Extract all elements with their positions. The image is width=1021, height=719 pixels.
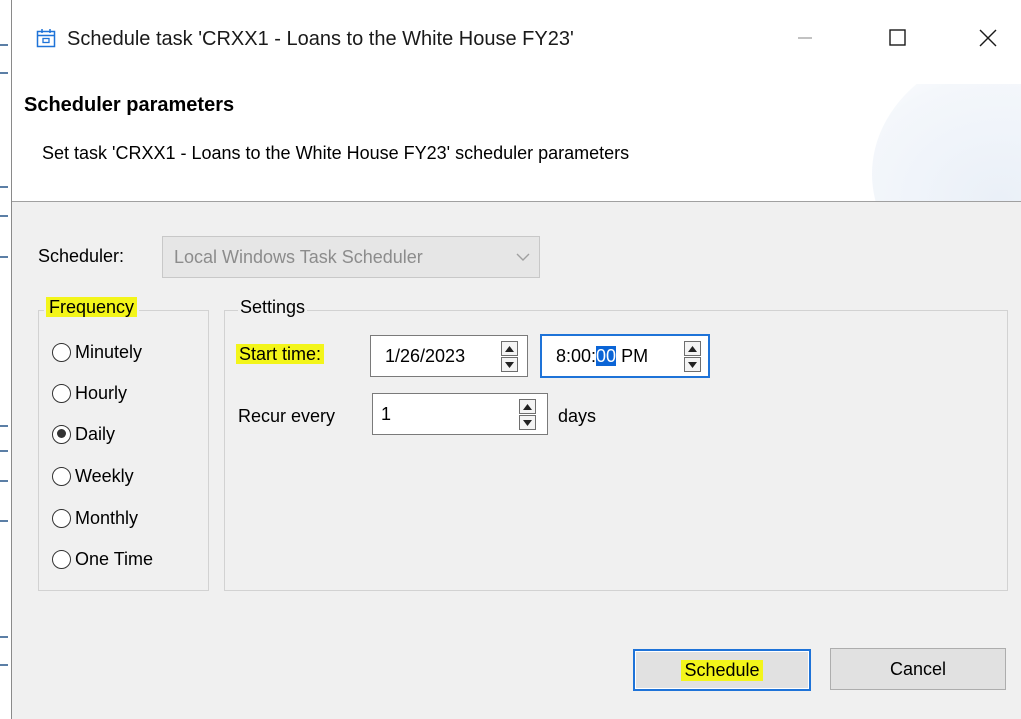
dialog-header: Scheduler parameters Set task 'CRXX1 - L… [12,84,1021,202]
cancel-button[interactable]: Cancel [830,648,1006,690]
radio-minutely[interactable]: Minutely [52,339,142,365]
start-date-spinner[interactable] [501,341,518,372]
background-app-edge [0,0,11,719]
recur-unit-label: days [558,406,597,426]
radio-label: Minutely [75,341,143,362]
maximize-button[interactable] [875,20,921,56]
recur-every-spinner[interactable] [519,399,536,430]
schedule-button-label: Schedule [681,659,763,681]
start-date-value: 1/26/2023 [385,346,466,366]
recur-every-label: Recur every [238,406,336,426]
radio-label: Hourly [75,382,128,403]
radio-weekly[interactable]: Weekly [52,463,134,489]
radio-circle [52,383,71,403]
minimize-icon [798,37,812,39]
maximize-icon [889,29,906,46]
start-time-prefix: 8:00: [556,346,597,366]
recur-every-field[interactable]: 1 [372,393,548,435]
scheduler-label: Scheduler: [38,246,125,266]
header-description: Set task 'CRXX1 - Loans to the White Hou… [42,143,630,163]
spin-down-icon[interactable] [501,357,518,372]
close-button[interactable] [965,20,1011,56]
radio-label: Daily [75,423,116,444]
frequency-label: Frequency [46,297,138,317]
spin-up-icon[interactable] [519,399,536,414]
close-icon [979,29,997,47]
header-separator [12,201,1021,202]
header-decoration [872,84,1021,202]
radio-circle-checked [52,424,71,444]
start-time-label-text: Start time: [236,344,325,364]
schedule-button[interactable]: Schedule [633,649,811,691]
title-bar: Schedule task 'CRXX1 - Loans to the Whit… [12,0,1021,84]
radio-hourly[interactable]: Hourly [52,380,127,406]
radio-circle [52,508,71,528]
start-time-label: Start time: [236,344,325,365]
scheduler-select[interactable]: Local Windows Task Scheduler [162,236,540,278]
schedule-task-dialog: Schedule task 'CRXX1 - Loans to the Whit… [11,0,1021,719]
minimize-button[interactable] [782,20,828,56]
start-time-seconds-selected: 00 [596,346,617,366]
radio-circle [52,466,71,486]
start-time-field[interactable]: 8:00:00 PM [540,334,710,378]
radio-circle [52,342,71,362]
spin-down-icon[interactable] [684,357,701,372]
window-title: Schedule task 'CRXX1 - Loans to the Whit… [67,28,574,50]
chevron-down-icon [516,253,530,261]
recur-every-value: 1 [381,404,392,424]
start-time-suffix: PM [621,346,649,366]
header-title: Scheduler parameters [24,94,235,116]
radio-daily[interactable]: Daily [52,421,115,447]
start-time-value: 8:00:00 PM [556,346,648,367]
radio-monthly[interactable]: Monthly [52,505,138,531]
radio-label: Weekly [75,465,134,486]
spin-up-icon[interactable] [501,341,518,356]
spin-down-icon[interactable] [519,415,536,430]
radio-circle [52,549,71,569]
calendar-icon [36,29,56,48]
radio-label: One Time [75,548,154,569]
frequency-legend: Frequency [44,297,140,318]
scheduler-select-value: Local Windows Task Scheduler [174,247,423,267]
start-date-field[interactable]: 1/26/2023 [370,335,528,377]
start-time-spinner[interactable] [684,341,701,372]
settings-legend: Settings [238,297,308,318]
radio-label: Monthly [75,507,139,528]
radio-one-time[interactable]: One Time [52,546,153,572]
spin-up-icon[interactable] [684,341,701,356]
